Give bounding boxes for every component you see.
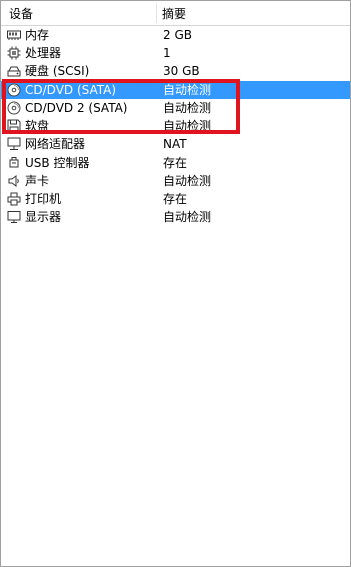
column-header-device[interactable]: 设备 bbox=[9, 7, 33, 21]
network-adapter-icon bbox=[7, 137, 21, 151]
table-header: 设备 摘要 bbox=[1, 1, 350, 26]
device-row-cd-dvd-2[interactable]: CD/DVD 2 (SATA) 自动检测 bbox=[1, 99, 350, 117]
device-name: 内存 bbox=[25, 28, 50, 42]
device-row-cd-dvd[interactable]: CD/DVD (SATA) 自动检测 bbox=[1, 81, 350, 99]
cd-dvd-icon bbox=[7, 83, 21, 97]
sound-card-icon bbox=[7, 174, 21, 188]
device-name: USB 控制器 bbox=[25, 156, 90, 170]
device-row-sound-card[interactable]: 声卡 自动检测 bbox=[1, 172, 350, 190]
printer-icon bbox=[7, 192, 21, 206]
device-summary: 存在 bbox=[163, 192, 188, 206]
cpu-icon bbox=[7, 46, 21, 60]
device-row-display[interactable]: 显示器 自动检测 bbox=[1, 208, 350, 226]
device-summary: 30 GB bbox=[163, 64, 200, 78]
device-name: CD/DVD (SATA) bbox=[25, 83, 117, 97]
device-summary: 自动检测 bbox=[163, 101, 212, 115]
device-name: 打印机 bbox=[25, 192, 62, 206]
device-summary: 自动检测 bbox=[163, 210, 212, 224]
device-row-floppy[interactable]: 软盘 自动检测 bbox=[1, 117, 350, 135]
memory-icon bbox=[7, 28, 21, 42]
usb-icon bbox=[7, 156, 21, 170]
device-summary: 自动检测 bbox=[163, 119, 212, 133]
floppy-icon bbox=[7, 119, 21, 133]
cd-dvd-icon bbox=[7, 101, 21, 115]
device-name: 软盘 bbox=[25, 119, 50, 133]
hard-disk-icon bbox=[7, 64, 21, 78]
display-icon bbox=[7, 210, 21, 224]
device-row-memory[interactable]: 内存 2 GB bbox=[1, 26, 350, 44]
device-name: CD/DVD 2 (SATA) bbox=[25, 101, 128, 115]
column-header-summary[interactable]: 摘要 bbox=[162, 7, 186, 21]
device-list-panel: 设备 摘要 内存 2 GB 处理器 1 硬盘 (SCSI) 30 GB CD/D… bbox=[0, 0, 351, 567]
device-summary: 存在 bbox=[163, 156, 188, 170]
device-name: 显示器 bbox=[25, 210, 62, 224]
device-summary: 自动检测 bbox=[163, 83, 212, 97]
device-name: 处理器 bbox=[25, 46, 62, 60]
device-row-network-adapter[interactable]: 网络适配器 NAT bbox=[1, 135, 350, 153]
device-name: 硬盘 (SCSI) bbox=[25, 64, 90, 78]
device-row-usb-controller[interactable]: USB 控制器 存在 bbox=[1, 154, 350, 172]
device-summary: 1 bbox=[163, 46, 171, 60]
device-summary: 2 GB bbox=[163, 28, 192, 42]
device-name: 声卡 bbox=[25, 174, 50, 188]
column-divider[interactable] bbox=[156, 3, 157, 23]
device-row-printer[interactable]: 打印机 存在 bbox=[1, 190, 350, 208]
device-name: 网络适配器 bbox=[25, 137, 86, 151]
device-summary: 自动检测 bbox=[163, 174, 212, 188]
device-row-hard-disk[interactable]: 硬盘 (SCSI) 30 GB bbox=[1, 62, 350, 80]
device-row-processor[interactable]: 处理器 1 bbox=[1, 44, 350, 62]
device-summary: NAT bbox=[163, 137, 187, 151]
